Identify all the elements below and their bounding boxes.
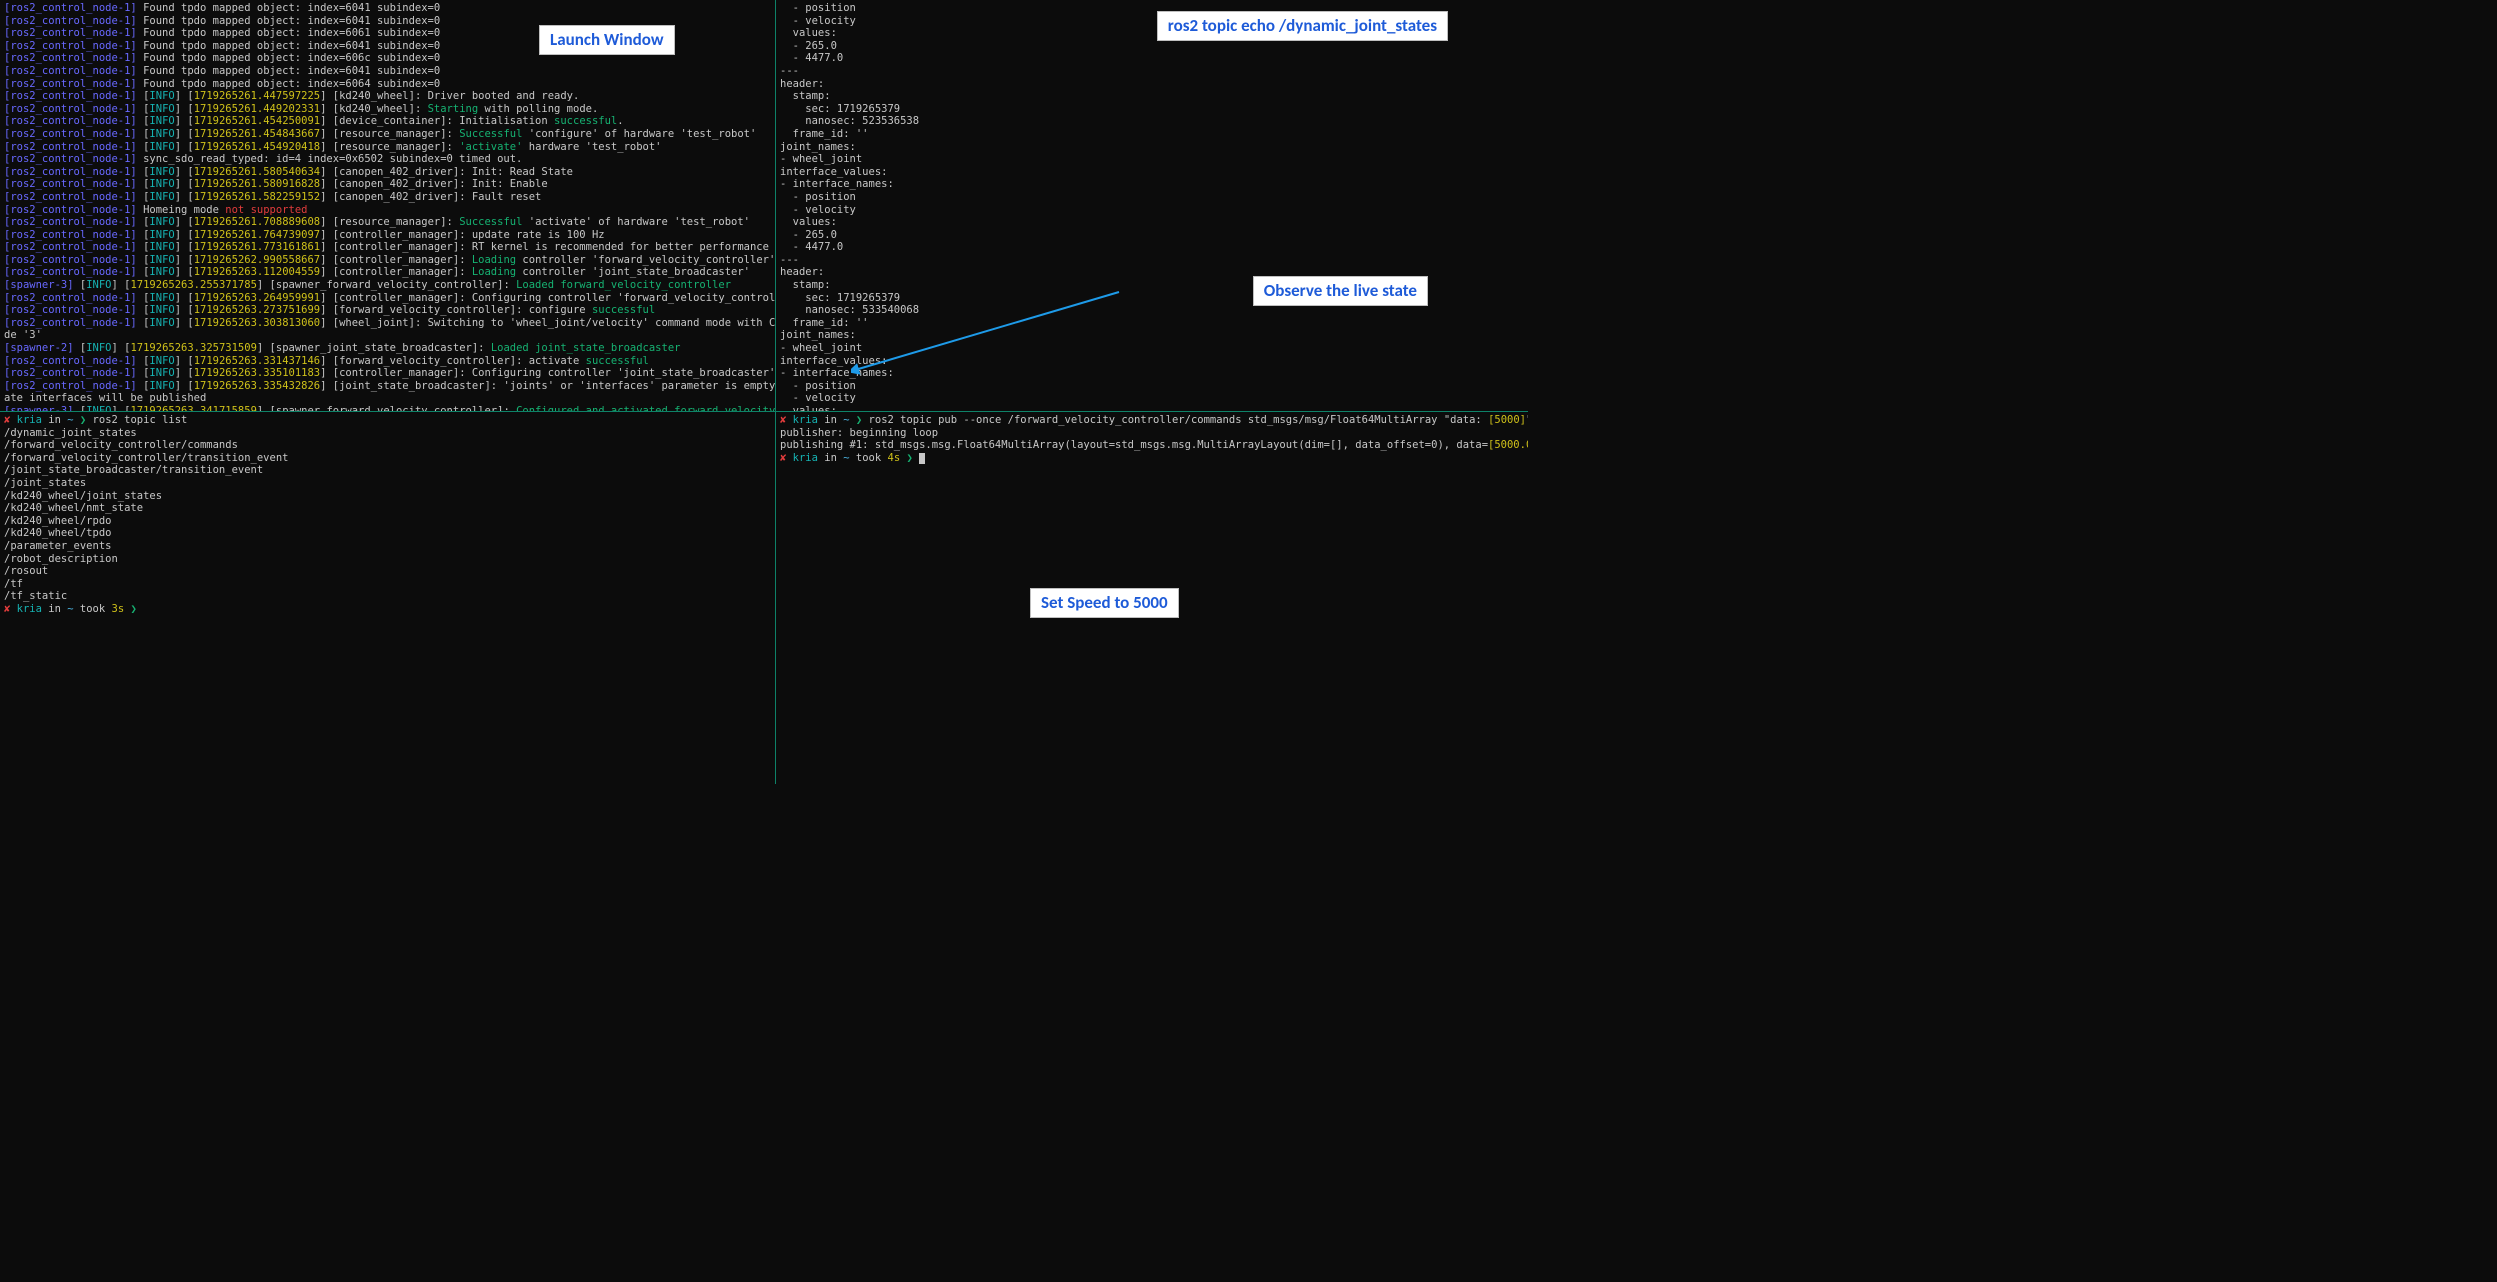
topic-entry: /parameter_events xyxy=(4,540,771,553)
pane-echo[interactable]: - position - velocity values: - 265.0 - … xyxy=(776,0,1528,412)
tmux-grid: [ros2_control_node-1] Found tpdo mapped … xyxy=(0,0,1528,784)
topic-entry: /kd240_wheel/tpdo xyxy=(4,527,771,540)
launch-log: [ros2_control_node-1] [INFO] [1719265261… xyxy=(4,90,771,412)
annotation-speed: Set Speed to 5000 xyxy=(1030,588,1179,618)
pub-output: publisher: beginning loop xyxy=(780,427,1524,440)
topic-entry: /joint_states xyxy=(4,477,771,490)
topic-entry: /joint_state_broadcaster/transition_even… xyxy=(4,464,771,477)
prompt-ready[interactable]: ✘ kria in ~ took 4s ❯ xyxy=(780,452,1524,465)
topic-entry: /dynamic_joint_states xyxy=(4,427,771,440)
prompt-ready[interactable]: ✘ kria in ~ took 3s ❯ xyxy=(4,603,771,616)
pane-topic-list[interactable]: ✘ kria in ~ ❯ ros2 topic list/dynamic_jo… xyxy=(0,412,776,784)
pub-output: publishing #1: std_msgs.msg.Float64Multi… xyxy=(780,439,1524,452)
echo-output: - position - velocity values: - 265.0 - … xyxy=(780,2,1524,412)
topic-entry: /forward_velocity_controller/transition_… xyxy=(4,452,771,465)
annotation-launch: Launch Window xyxy=(539,25,675,55)
annotation-echo: ros2 topic echo /dynamic_joint_states xyxy=(1157,11,1448,41)
topic-entry: /kd240_wheel/nmt_state xyxy=(4,502,771,515)
topic-entry: /kd240_wheel/rpdo xyxy=(4,515,771,528)
topic-entry: /robot_description xyxy=(4,553,771,566)
prompt-pub-cmd[interactable]: ✘ kria in ~ ❯ ros2 topic pub --once /for… xyxy=(780,414,1524,427)
annotation-observe: Observe the live state xyxy=(1253,276,1428,306)
topic-entry: /tf xyxy=(4,578,771,591)
topic-entry: /kd240_wheel/joint_states xyxy=(4,490,771,503)
topic-entry: /rosout xyxy=(4,565,771,578)
prompt-topic-list[interactable]: ✘ kria in ~ ❯ ros2 topic list xyxy=(4,414,771,427)
topic-entry: /forward_velocity_controller/commands xyxy=(4,439,771,452)
pane-launch[interactable]: [ros2_control_node-1] Found tpdo mapped … xyxy=(0,0,776,412)
cursor xyxy=(919,453,925,464)
pane-pub[interactable]: ✘ kria in ~ ❯ ros2 topic pub --once /for… xyxy=(776,412,1528,784)
topic-entry: /tf_static xyxy=(4,590,771,603)
